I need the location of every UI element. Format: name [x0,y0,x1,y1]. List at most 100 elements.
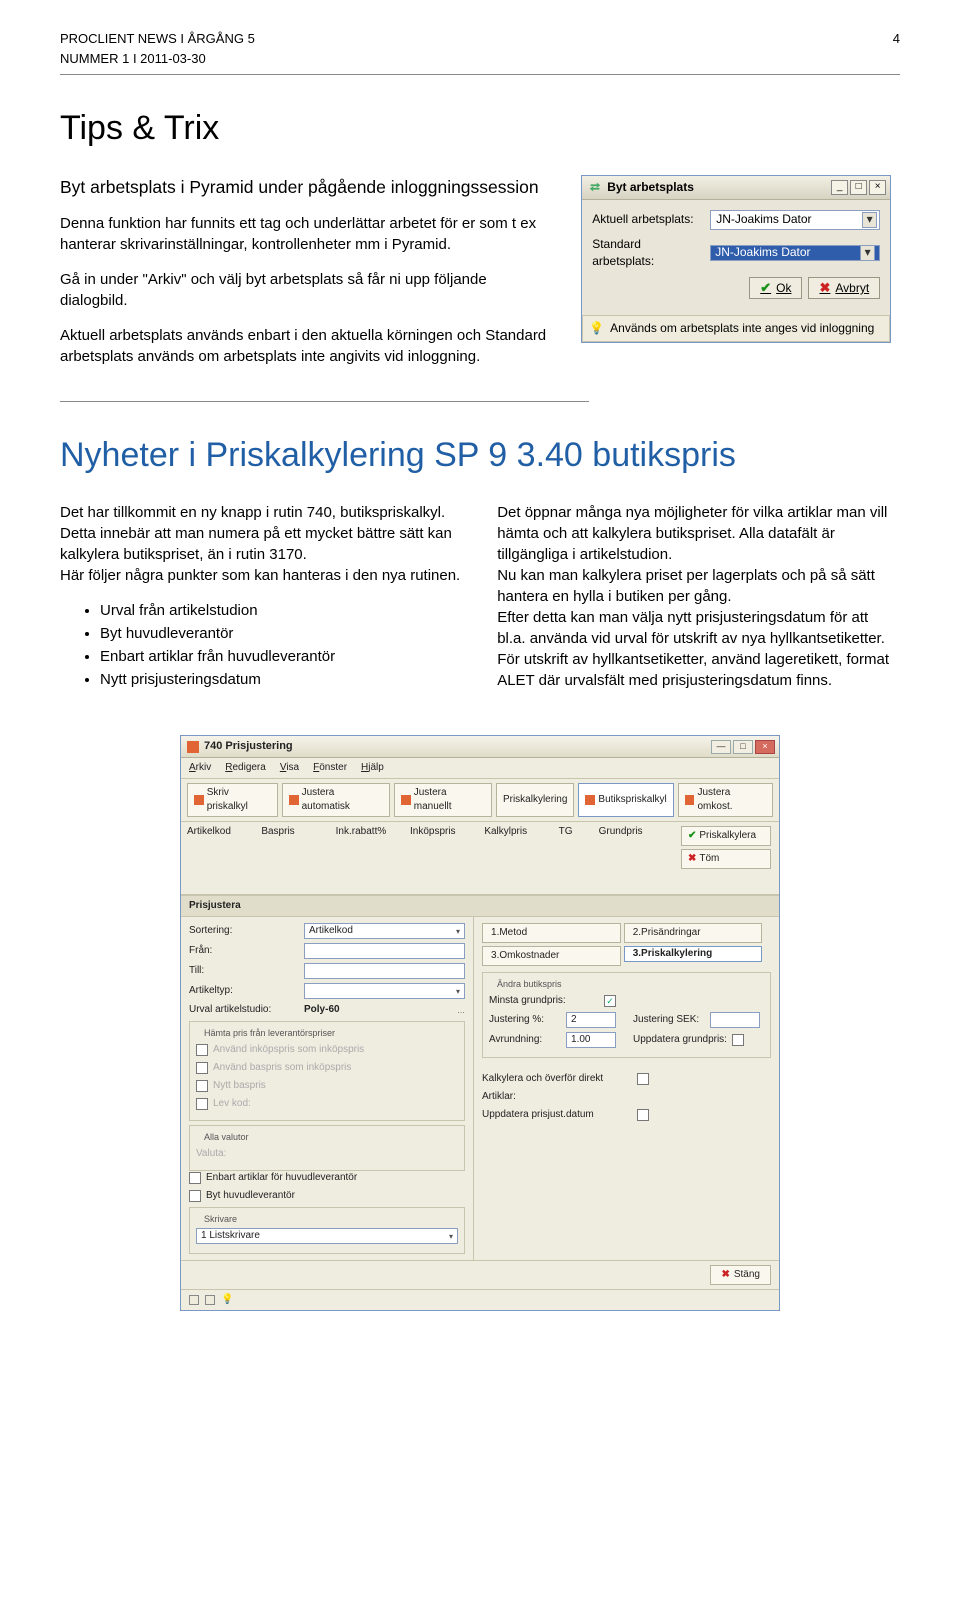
status-box1 [189,1295,199,1305]
select-sortering[interactable]: Artikelkod ▾ [304,923,465,939]
tb-priskalk[interactable]: Priskalkylering [496,783,574,817]
priskalkylera-button[interactable]: ✔Priskalkylera [681,826,771,846]
select-standard-value: JN-Joakims Dator [715,244,810,261]
cb-label: Byt huvudleverantör [206,1189,295,1203]
group-title: Ändra butikspris [493,978,566,991]
label-current-workplace: Aktuell arbetsplats: [592,211,704,228]
col-artikelkod[interactable]: Artikelkod [187,825,251,839]
close-button[interactable]: × [755,740,775,754]
tb-manuellt[interactable]: Justera manuellt [394,783,492,817]
bullet-item: Nytt prisjusteringsdatum [100,669,463,690]
input-from[interactable] [304,943,465,959]
checkbox[interactable] [732,1034,744,1046]
select-current-value: JN-Joakims Dator [716,211,811,228]
checkbox[interactable] [196,1080,208,1092]
cb-label: Lev kod: [213,1097,251,1111]
sel-value: 1 Listskrivare [201,1229,260,1243]
col-inkrabatt[interactable]: Ink.rabatt% [336,825,400,839]
tab-omkostnader[interactable]: 3.Omkostnader [482,946,621,966]
status-box2 [205,1295,215,1305]
section1-p3: Aktuell arbetsplats används enbart i den… [60,325,547,367]
checkbox[interactable] [637,1109,649,1121]
label-standard-workplace: Standard arbetsplats: [592,236,704,270]
ok-label: Ok [776,280,791,297]
checkbox[interactable] [189,1172,201,1184]
lbl-kalk: Kalkylera och överför direkt [482,1072,632,1086]
x-icon: ✖ [721,1268,729,1282]
lbl-artiklar: Artiklar: [482,1090,632,1104]
col-grundpris[interactable]: Grundpris [599,825,663,839]
lbl-minsta: Minsta grundpris: [489,994,599,1008]
menu-arkiv[interactable]: Arkiv [189,761,211,775]
select-artikeltyp[interactable]: ▾ [304,983,465,999]
tab-metod[interactable]: 1.Metod [482,923,621,943]
ellipsis-icon[interactable]: … [457,1005,465,1016]
col-inkop[interactable]: Inköpspris [410,825,474,839]
section1-layout: Byt arbetsplats i Pyramid under pågående… [60,175,900,382]
input-avrundning[interactable]: 1.00 [566,1032,616,1048]
input-just-pct[interactable]: 2 [566,1012,616,1028]
col-baspris[interactable]: Baspris [261,825,325,839]
checkbox[interactable]: ✓ [604,995,616,1007]
doc-icon [194,795,204,805]
x-icon: ✖ [819,279,830,297]
bullet-item: Urval från artikelstudion [100,600,463,621]
checkbox[interactable] [189,1190,201,1202]
select-standard-workplace[interactable]: JN-Joakims Dator ▾ [710,245,880,261]
lbl-just-sek: Justering SEK: [633,1013,705,1027]
cancel-label: Avbryt [835,280,869,297]
dialog-title: Byt arbetsplats [607,179,694,196]
bullet-item: Enbart artiklar från huvudleverantör [100,646,463,667]
sel-value: Artikelkod [309,924,353,938]
menubar: Arkiv Redigera Visa Fönster Hjälp [181,758,779,779]
checkbox[interactable] [637,1073,649,1085]
stang-button[interactable]: ✖ Stäng [710,1265,771,1285]
tb-skriv[interactable]: Skriv priskalkyl [187,783,278,817]
group-skrivare: Skrivare 1 Listskrivare▾ [189,1207,465,1255]
appwin-titlebar[interactable]: 740 Prisjustering — □ × [181,736,779,758]
chevron-down-icon: ▾ [456,926,460,937]
lbl-sortering: Sortering: [189,924,299,938]
toolbar: Skriv priskalkyl Justera automatisk Just… [181,779,779,822]
minimize-button[interactable]: — [711,740,731,754]
cancel-button[interactable]: ✖ Avbryt [808,277,880,299]
tab-priskalkylering[interactable]: 3.Priskalkylering [624,946,763,962]
dialog-titlebar[interactable]: Byt arbetsplats _ □ × [582,176,890,200]
select-printer[interactable]: 1 Listskrivare▾ [196,1228,458,1244]
tb-butikspris[interactable]: Butikspriskalkyl [578,783,673,817]
lbl-uppdatera-gp: Uppdatera grundpris: [633,1033,727,1047]
tb-label: Butikspriskalkyl [598,793,666,807]
checkbox[interactable] [196,1062,208,1074]
side-label: Töm [699,852,719,866]
section1-subtitle: Byt arbetsplats i Pyramid under pågående… [60,175,547,200]
cb-label: Nytt baspris [213,1079,266,1093]
input-to[interactable] [304,963,465,979]
input-just-sek[interactable] [710,1012,760,1028]
menu-redigera[interactable]: Redigera [225,761,266,775]
close-button[interactable]: × [869,180,886,195]
checkbox[interactable] [196,1044,208,1056]
tab-prisandringar[interactable]: 2.Prisändringar [624,923,763,943]
header-rule [60,74,900,75]
ok-button[interactable]: ✔ Ok [749,277,802,299]
close-label: Stäng [734,1268,760,1282]
urval-value: Poly-60 [304,1003,340,1017]
menu-hjalp[interactable]: Hjälp [361,761,384,775]
select-current-workplace[interactable]: JN-Joakims Dator ▾ [710,210,880,230]
section2-right-p: Det öppnar många nya möjligheter för vil… [497,502,900,691]
menu-fonster[interactable]: Fönster [313,761,347,775]
menu-visa[interactable]: Visa [280,761,299,775]
checkbox[interactable] [196,1098,208,1110]
maximize-button[interactable]: □ [733,740,753,754]
section2-layout: Det har tillkommit en ny knapp i rutin 7… [60,502,900,705]
lbl-urval: Urval artikelstudio: [189,1003,299,1017]
cb-label: Valuta: [196,1147,226,1161]
minimize-button[interactable]: _ [831,180,848,195]
col-tg[interactable]: TG [559,825,589,839]
maximize-button[interactable]: □ [850,180,867,195]
col-kalkyl[interactable]: Kalkylpris [484,825,548,839]
group-title: Hämta pris från leverantörspriser [200,1027,339,1040]
tb-auto[interactable]: Justera automatisk [282,783,390,817]
tb-omkost[interactable]: Justera omkost. [678,783,773,817]
tom-button[interactable]: ✖Töm [681,849,771,869]
